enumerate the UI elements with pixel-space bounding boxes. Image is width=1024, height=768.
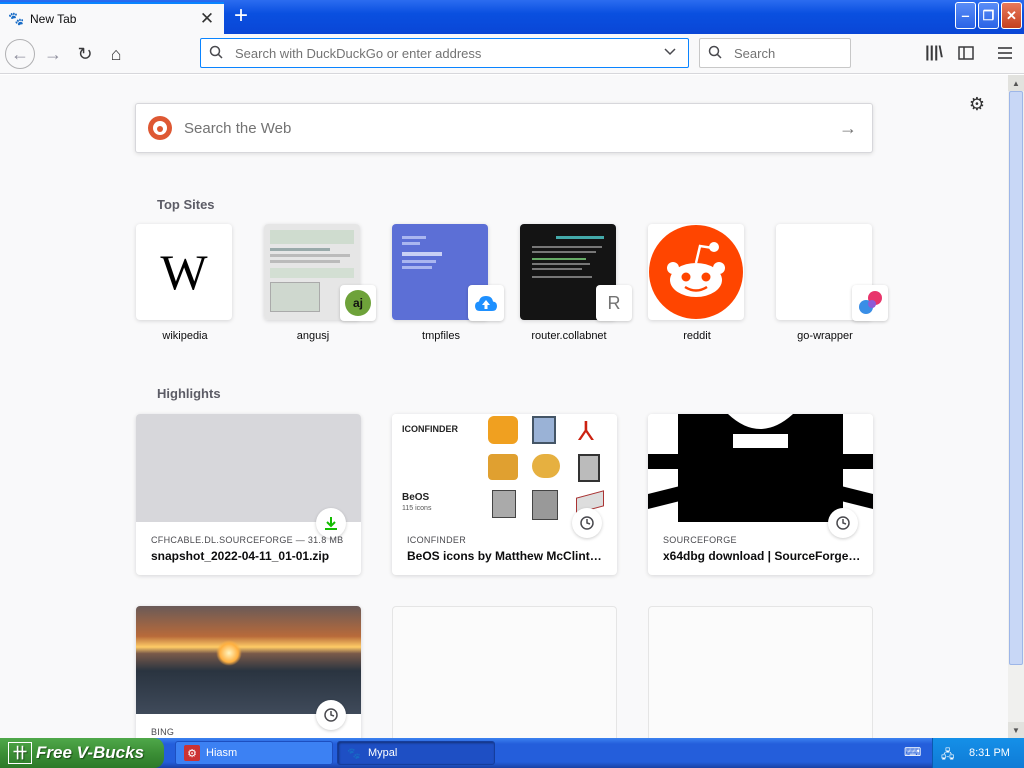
card-source: BING	[151, 727, 175, 737]
clock[interactable]: 8:31 PM	[969, 747, 1010, 759]
download-icon	[316, 508, 346, 538]
title-bar: 🐾 New Tab ✕ + ‒ ❐ ✕	[0, 0, 1024, 34]
thumb-caption: BeOS	[402, 492, 430, 503]
library-icon[interactable]: |||\	[920, 39, 948, 67]
scroll-up-icon[interactable]: ▲	[1008, 75, 1024, 91]
gear-icon[interactable]: ⚙	[966, 93, 988, 115]
top-site-reddit[interactable]: reddit	[648, 224, 746, 344]
reddit-logo-icon	[649, 225, 743, 319]
menu-icon[interactable]	[991, 39, 1019, 67]
card-source: SOURCEFORGE	[663, 535, 737, 545]
keyboard-icon[interactable]: ⌨	[904, 745, 921, 761]
mypal-app-icon: 🐾	[347, 747, 361, 760]
clock-icon	[828, 508, 858, 538]
highlight-card[interactable]: CFHCABLE.DL.SOURCEFORGE — 31.8 MB snapsh…	[136, 414, 361, 575]
web-search-box[interactable]: →	[135, 103, 873, 153]
forward-icon[interactable]: →	[38, 39, 68, 69]
close-tab-icon[interactable]: ✕	[198, 10, 216, 28]
card-title: x64dbg download | SourceForge…	[663, 549, 861, 563]
letter-r-icon: R	[607, 292, 621, 313]
back-icon[interactable]: ←	[5, 39, 35, 69]
url-bar[interactable]	[200, 38, 689, 68]
web-search-input[interactable]	[182, 118, 836, 138]
url-input[interactable]	[233, 44, 664, 62]
system-tray: 🖧 8:31 PM	[932, 738, 1024, 768]
card-thumbnail	[136, 606, 361, 714]
site-badge: R	[596, 285, 632, 321]
top-site-angusj[interactable]: aj angusj	[264, 224, 376, 344]
angusj-logo-icon: aj	[345, 290, 371, 316]
card-title: BeOS icons by Matthew McClint…	[407, 549, 602, 563]
top-site-wikipedia[interactable]: W wikipedia	[136, 224, 234, 344]
candy-icon	[859, 291, 882, 314]
site-label: wikipedia	[162, 330, 208, 342]
maximize-button[interactable]: ❐	[978, 2, 999, 29]
site-label: go-wrapper	[797, 330, 853, 342]
site-badge	[468, 285, 504, 321]
highlights-heading: Highlights	[157, 386, 221, 401]
mypal-favicon-icon: 🐾	[8, 11, 25, 26]
search-input[interactable]	[732, 44, 842, 62]
search-icon	[708, 45, 724, 62]
top-site-tmpfiles[interactable]: tmpfiles	[392, 224, 504, 344]
site-label: reddit	[683, 330, 711, 342]
search-bar[interactable]	[699, 38, 851, 68]
card-source: ICONFINDER	[407, 535, 466, 545]
vertical-scrollbar[interactable]: ▲ ▼	[1008, 75, 1024, 738]
minimize-button[interactable]: ‒	[955, 2, 976, 29]
site-badge	[852, 285, 888, 321]
hiasm-app-icon: ⚙	[184, 745, 200, 761]
card-title: snapshot_2022-04-11_01-01.zip	[151, 549, 330, 563]
thumb-subcaption: 115 icons	[402, 505, 432, 512]
taskbar-item-hiasm[interactable]: ⚙ Hiasm	[175, 741, 333, 765]
top-site-go-wrapper[interactable]: go-wrapper	[776, 224, 888, 344]
x64dbg-bug-icon	[648, 414, 873, 522]
cloud-upload-icon	[475, 296, 497, 311]
taskbar: 卄 Free V-Bucks ⚙ Hiasm 🐾 Mypal ⌨ 🖧 8:31 …	[0, 738, 1024, 768]
tab-title: New Tab	[30, 12, 77, 26]
top-sites-heading: Top Sites	[157, 197, 215, 212]
close-window-button[interactable]: ✕	[1001, 2, 1022, 29]
site-label: tmpfiles	[422, 330, 460, 342]
start-label: Free V-Bucks	[36, 743, 145, 762]
site-label: angusj	[296, 330, 330, 342]
site-badge: aj	[340, 285, 376, 321]
highlight-card[interactable]: ICONFINDER BeOS 115 icons ⅄ ICONFINDER B…	[392, 414, 617, 575]
duckduckgo-logo-icon	[148, 116, 172, 140]
site-tile[interactable]: W	[136, 224, 232, 320]
scrollbar-thumb[interactable]	[1009, 91, 1023, 665]
card-thumbnail	[136, 414, 361, 522]
start-logo-icon: 卄	[8, 742, 32, 764]
sidebars-icon[interactable]	[952, 39, 980, 67]
task-label: Hiasm	[206, 747, 238, 759]
reload-icon[interactable]: ↻	[70, 39, 100, 69]
wikipedia-logo-icon: W	[160, 244, 208, 300]
site-label: router.collabnet	[531, 330, 607, 342]
new-tab-button[interactable]: +	[228, 4, 254, 30]
iconfinder-brand: ICONFINDER	[402, 424, 458, 434]
card-thumbnail	[648, 414, 873, 522]
card-thumbnail: ICONFINDER BeOS 115 icons ⅄	[392, 414, 617, 522]
task-label: Mypal	[368, 747, 398, 759]
arrow-right-icon[interactable]: →	[836, 118, 860, 139]
home-icon[interactable]: ⌂	[101, 39, 131, 69]
scroll-down-icon[interactable]: ▼	[1008, 722, 1024, 738]
network-icon[interactable]: 🖧	[941, 745, 957, 761]
tab-new-tab[interactable]: 🐾 New Tab ✕	[0, 2, 224, 34]
clock-icon	[316, 700, 346, 730]
site-tile[interactable]	[648, 224, 744, 320]
top-site-router-collabnet[interactable]: R router.collabnet	[520, 224, 632, 344]
start-button[interactable]: 卄 Free V-Bucks	[0, 738, 164, 768]
highlight-card[interactable]: SOURCEFORGE x64dbg download | SourceForg…	[648, 414, 873, 575]
search-icon	[209, 45, 225, 62]
clock-icon	[572, 508, 602, 538]
card-source: CFHCABLE.DL.SOURCEFORGE — 31.8 MB	[151, 535, 344, 545]
chevron-down-icon[interactable]	[664, 47, 680, 59]
taskbar-item-mypal[interactable]: 🐾 Mypal	[337, 741, 495, 765]
